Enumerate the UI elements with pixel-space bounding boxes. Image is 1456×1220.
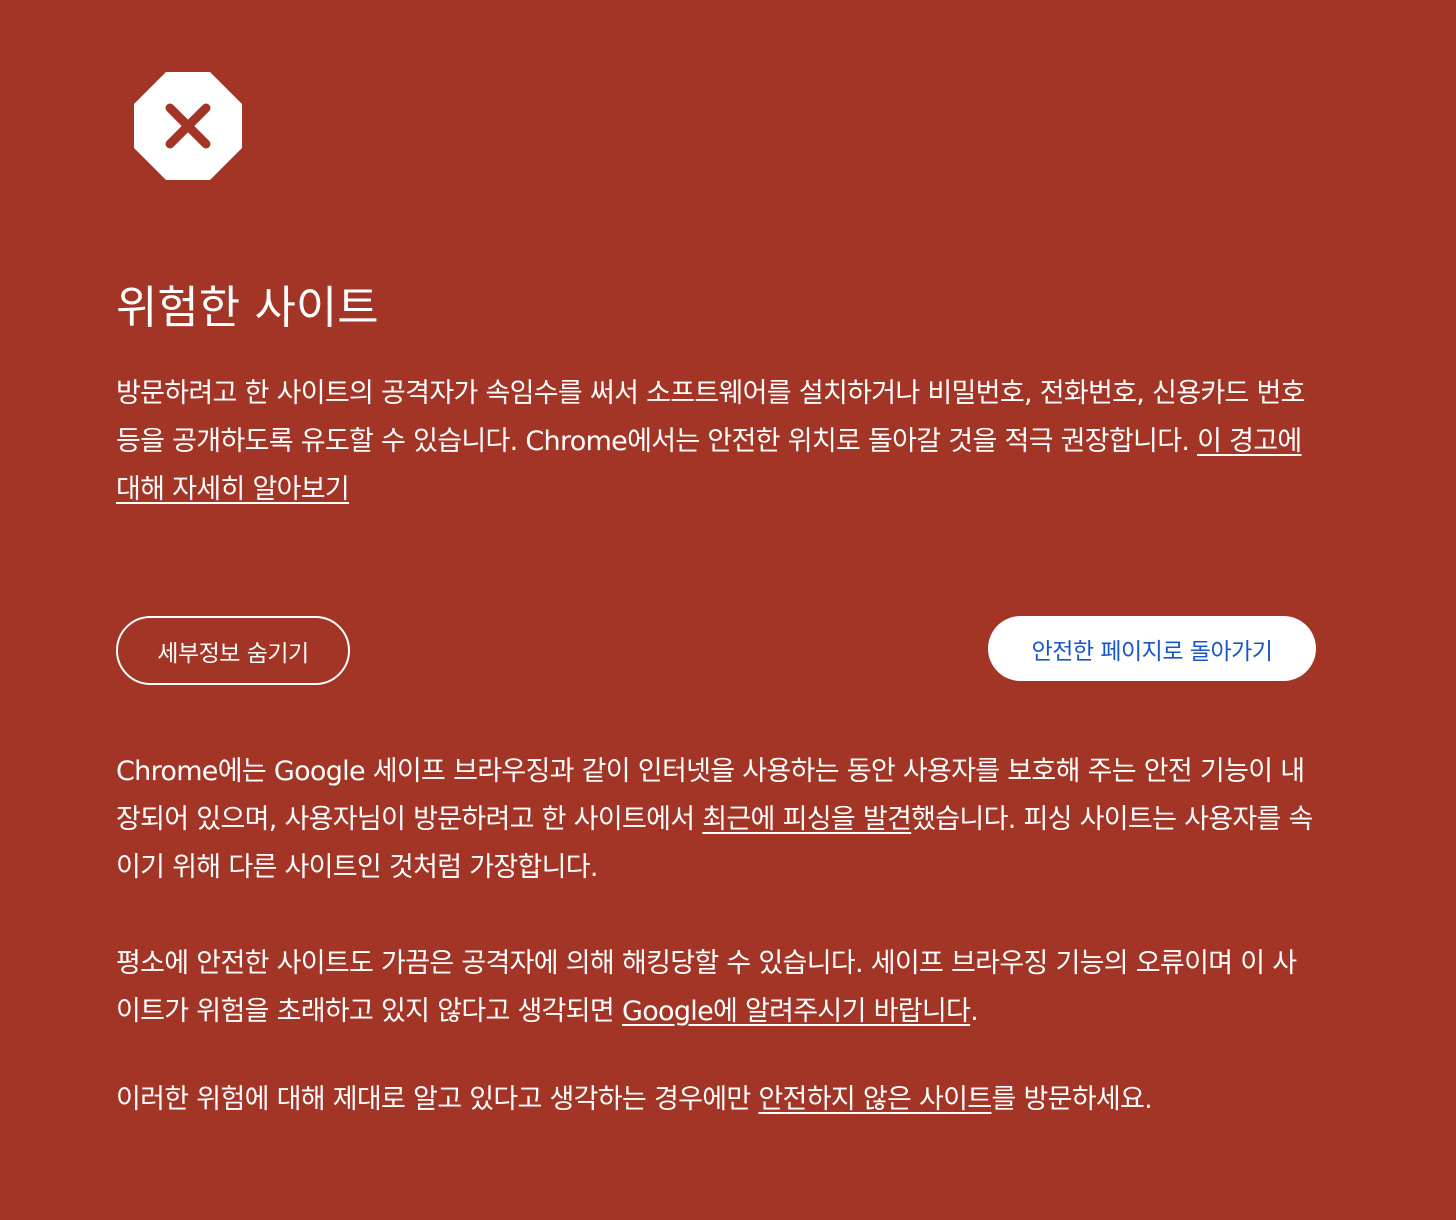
- report-error-link[interactable]: Google에 알려주시기 바랍니다: [622, 996, 971, 1027]
- details-paragraph-1: Chrome에는 Google 세이프 브라우징과 같이 인터넷을 사용하는 동…: [116, 748, 1316, 892]
- interstitial-page: 위험한 사이트 방문하려고 한 사이트의 공격자가 속임수를 써서 소프트웨어를…: [0, 0, 1456, 1220]
- hide-details-button[interactable]: 세부정보 숨기기: [116, 616, 350, 685]
- phishing-diagnostic-link[interactable]: 최근에 피싱을 발견: [702, 804, 912, 835]
- details-paragraph-2: 평소에 안전한 사이트도 가끔은 공격자에 의해 해킹당할 수 있습니다. 세이…: [116, 940, 1316, 1036]
- back-to-safety-button[interactable]: 안전한 페이지로 돌아가기: [988, 616, 1316, 681]
- page-title: 위험한 사이트: [116, 281, 379, 334]
- details-p2-text-end: .: [970, 996, 979, 1027]
- details-p3-text-end: 를 방문하세요.: [991, 1084, 1153, 1115]
- intro-paragraph: 방문하려고 한 사이트의 공격자가 속임수를 써서 소프트웨어를 설치하거나 비…: [116, 370, 1316, 514]
- details-paragraph-3: 이러한 위험에 대해 제대로 알고 있다고 생각하는 경우에만 안전하지 않은 …: [116, 1076, 1316, 1124]
- danger-stop-icon: [134, 72, 242, 180]
- intro-text: 방문하려고 한 사이트의 공격자가 속임수를 써서 소프트웨어를 설치하거나 비…: [116, 378, 1305, 457]
- proceed-unsafe-link[interactable]: 안전하지 않은 사이트: [758, 1084, 992, 1115]
- details-p3-text: 이러한 위험에 대해 제대로 알고 있다고 생각하는 경우에만: [116, 1084, 759, 1115]
